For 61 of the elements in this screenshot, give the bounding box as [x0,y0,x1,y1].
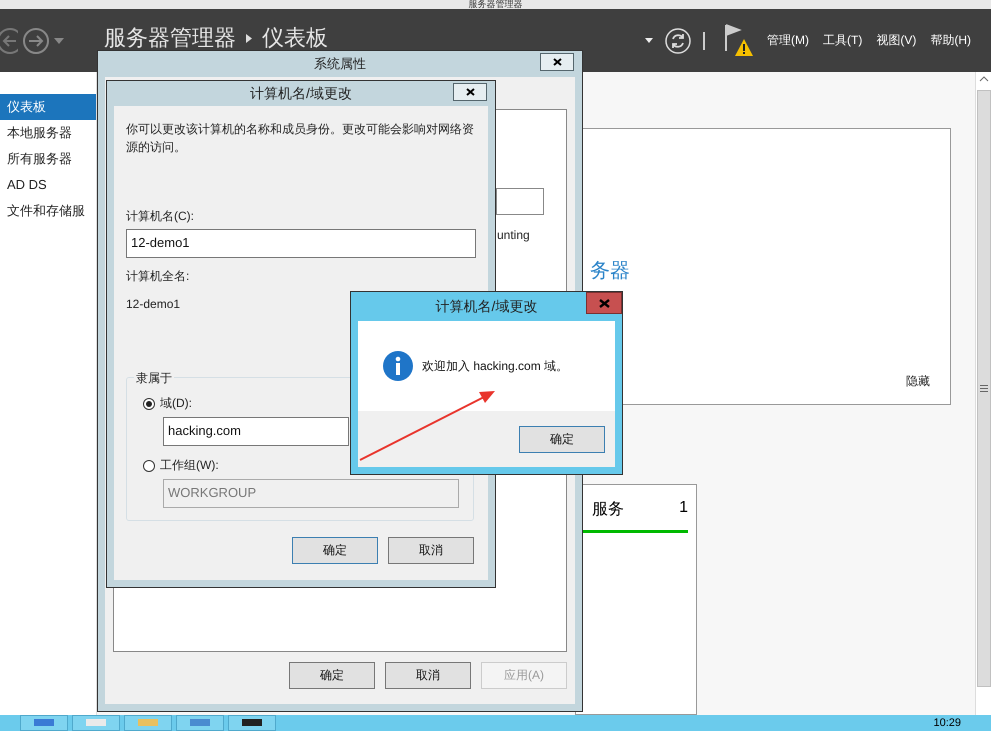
dialog-button[interactable]: 确定 [289,662,375,689]
close-button[interactable] [540,53,574,71]
chevron-icon [246,34,252,42]
radio-option[interactable]: 工作组(W): [143,457,219,474]
forward-icon[interactable] [22,26,50,54]
divider-icon [703,32,705,50]
app-icon [188,716,212,726]
sidebar-item[interactable]: 文件和存储服 [0,198,96,224]
ok-button[interactable]: 确定 [519,426,605,453]
tile-title: 服务 [592,500,624,520]
scrollbar[interactable] [975,72,991,715]
field-label: 计算机名(C): [126,208,194,225]
menu-item[interactable]: 视图(V) [876,32,916,49]
breadcrumb-item[interactable]: 仪表板 [262,27,328,49]
sidebar-item[interactable]: 仪表板 [0,94,96,120]
domain-field[interactable]: hacking.com [163,417,349,446]
dialog-button[interactable]: 取消 [385,662,471,689]
radio-option[interactable]: 域(D): [143,395,192,412]
close-icon [466,88,474,96]
message-text: 欢迎加入 hacking.com 域。 [422,358,568,374]
dropdown-icon[interactable] [645,38,653,43]
workgroup-field[interactable]: WORKGROUP [163,479,459,508]
group-legend: 隶属于 [134,370,174,387]
back-icon[interactable] [0,26,18,54]
taskbar-app[interactable] [228,715,276,731]
scroll-up-icon[interactable] [978,76,988,82]
info-icon [383,351,413,381]
sidebar-item[interactable]: 本地服务器 [0,120,96,146]
close-button[interactable] [453,83,487,101]
dialog-title: 系统属性 [314,55,366,73]
tile-count: 1 [679,499,688,518]
role-tile[interactable]: 服务 1 [575,484,697,715]
full-name-text: 12-demo1 [126,297,180,311]
app-icon [32,716,56,726]
menu-item[interactable]: 管理(M) [767,32,809,49]
close-icon [598,298,610,308]
app-icon [84,716,108,726]
panel-text: unting [497,228,531,242]
refresh-icon[interactable] [665,28,691,54]
input-field[interactable] [496,188,544,215]
close-icon [552,58,562,66]
menu-item[interactable]: 工具(T) [823,32,862,49]
description-text: 你可以更改该计算机的名称和成员身份。更改可能会影响对网络资源的访问。 [126,121,475,156]
card-link[interactable]: 务器 [590,257,630,284]
dialog-button[interactable]: 确定 [292,537,378,564]
sidebar-item[interactable]: AD DS [0,172,96,198]
clock: 10:29 [933,717,961,729]
menu-item[interactable]: 帮助(H) [930,32,971,49]
flag-warning-icon[interactable] [723,22,753,58]
breadcrumb-item[interactable]: 服务器管理器 [104,27,236,49]
grip-icon [980,385,988,392]
computer-name-field[interactable]: 12-demo1 [126,229,476,258]
hide-link[interactable]: 隐藏 [906,373,930,390]
field-label: 计算机全名: [126,268,190,285]
app-icon [136,716,160,726]
dialog-title: 计算机名/域更改 [436,298,538,316]
window-title: 服务器管理器 [468,0,522,9]
dialog-button[interactable]: 取消 [388,537,474,564]
dialog-title: 计算机名/域更改 [250,84,352,102]
app-icon [240,716,264,726]
sidebar-item[interactable]: 所有服务器 [0,146,96,172]
